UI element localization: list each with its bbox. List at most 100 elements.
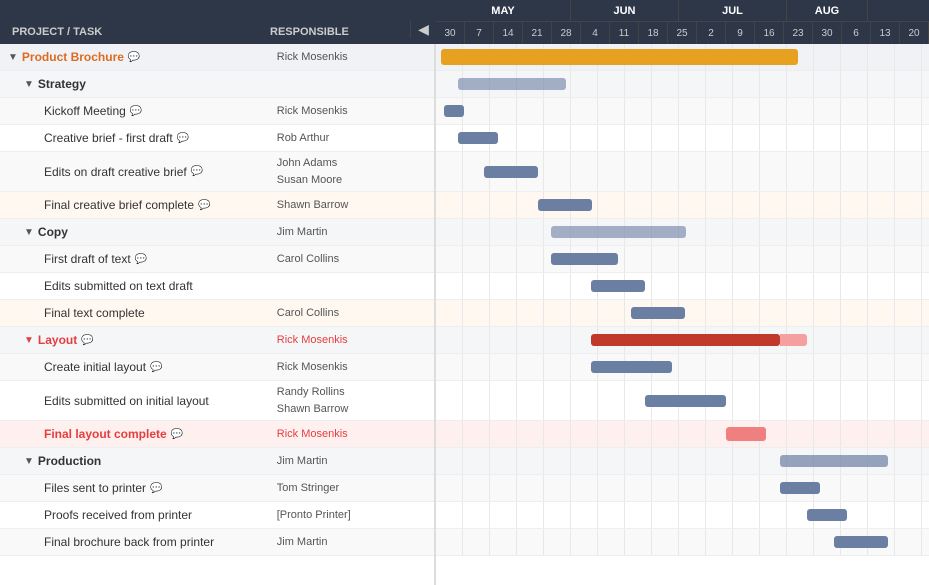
task-text-kickoff: Kickoff Meeting: [44, 104, 126, 118]
gantt-body: ▼ Product Brochure 💬 Rick Mosenkis ▼ Str…: [0, 44, 929, 585]
month-jul: JUL: [679, 0, 787, 21]
comment-icon-creative[interactable]: 💬: [177, 133, 189, 144]
comment-icon-final-layout[interactable]: 💬: [171, 429, 183, 440]
t-row-create-layout: [436, 354, 929, 381]
bar-copy: [551, 226, 686, 238]
task-text-final-layout: Final layout complete: [44, 427, 167, 441]
week-4: 4: [581, 22, 610, 44]
responsible-product-brochure: Rick Mosenkis: [269, 50, 408, 64]
task-text-production: Production: [38, 454, 101, 468]
task-name-edits-text: Edits submitted on text draft: [0, 279, 269, 293]
comment-icon-kickoff[interactable]: 💬: [130, 106, 142, 117]
responsible-copy: Jim Martin: [269, 225, 408, 239]
responsible-files-printer: Tom Stringer: [269, 481, 408, 495]
comment-icon-edits-creative[interactable]: 💬: [191, 166, 203, 177]
t-row-production: [436, 448, 929, 475]
task-text-final-brochure: Final brochure back from printer: [44, 535, 214, 549]
responsible-final-creative: Shawn Barrow: [269, 198, 408, 212]
task-text-layout: Layout: [38, 333, 77, 347]
row-first-draft-text: First draft of text 💬 Carol Collins: [0, 246, 434, 273]
task-text-files-printer: Files sent to printer: [44, 481, 146, 495]
comment-icon-layout[interactable]: 💬: [81, 335, 93, 346]
t-row-first-draft-text: [436, 246, 929, 273]
timeline-rows: [436, 44, 929, 585]
week-28: 28: [552, 22, 581, 44]
comment-icon-final-creative[interactable]: 💬: [198, 200, 210, 211]
task-text-creative-first: Creative brief - first draft: [44, 131, 173, 145]
task-name-final-brochure: Final brochure back from printer: [0, 535, 269, 549]
task-name-first-draft-text: First draft of text 💬: [0, 252, 269, 266]
row-final-brochure: Final brochure back from printer Jim Mar…: [0, 529, 434, 556]
week-25: 25: [668, 22, 697, 44]
week-13: 13: [871, 22, 900, 44]
bar-final-text: [631, 307, 685, 319]
comment-icon-create-layout[interactable]: 💬: [150, 362, 162, 373]
row-layout: ▼ Layout 💬 Rick Mosenkis: [0, 327, 434, 354]
left-arrow-icon[interactable]: ◀: [418, 21, 429, 38]
task-name-production: ▼ Production: [0, 454, 269, 468]
row-kickoff: Kickoff Meeting 💬 Rick Mosenkis: [0, 98, 434, 125]
responsible-production: Jim Martin: [269, 454, 408, 468]
week-14: 14: [494, 22, 523, 44]
bar-final-layout: [726, 427, 766, 441]
row-files-printer: Files sent to printer 💬 Tom Stringer: [0, 475, 434, 502]
task-text-edits-layout: Edits submitted on initial layout: [44, 394, 209, 408]
week-30b: 30: [813, 22, 842, 44]
header-nav-left[interactable]: ◀: [410, 21, 436, 38]
month-aug: AUG: [787, 0, 868, 21]
row-final-text: Final text complete Carol Collins: [0, 300, 434, 327]
month-row: MAY JUN JUL AUG: [436, 0, 929, 22]
row-edits-layout: Edits submitted on initial layout Randy …: [0, 381, 434, 421]
week-18: 18: [639, 22, 668, 44]
bar-production: [780, 455, 888, 467]
bar-proofs-printer: [807, 509, 847, 521]
t-row-files-printer: [436, 475, 929, 502]
task-name-edits-creative: Edits on draft creative brief 💬: [0, 165, 269, 179]
comment-icon-first-draft[interactable]: 💬: [135, 254, 147, 265]
bar-kickoff: [444, 105, 464, 117]
task-text-copy: Copy: [38, 225, 68, 239]
bar-final-creative: [538, 199, 592, 211]
responsible-layout: Rick Mosenkis: [269, 333, 408, 347]
task-text-strategy: Strategy: [38, 77, 86, 91]
expand-icon-copy[interactable]: ▼: [24, 227, 34, 238]
week-20: 20: [900, 22, 929, 44]
bar-edits-layout: [645, 395, 726, 407]
task-text-proofs-printer: Proofs received from printer: [44, 508, 192, 522]
t-row-layout: [436, 327, 929, 354]
row-copy: ▼ Copy Jim Martin: [0, 219, 434, 246]
week-16: 16: [755, 22, 784, 44]
row-production: ▼ Production Jim Martin: [0, 448, 434, 475]
row-create-layout: Create initial layout 💬 Rick Mosenkis: [0, 354, 434, 381]
task-name-files-printer: Files sent to printer 💬: [0, 481, 269, 495]
expand-icon-product[interactable]: ▼: [8, 52, 18, 63]
row-final-creative: Final creative brief complete 💬 Shawn Ba…: [0, 192, 434, 219]
task-text-first-draft: First draft of text: [44, 252, 131, 266]
week-21: 21: [523, 22, 552, 44]
expand-icon-production[interactable]: ▼: [24, 456, 34, 467]
header-task-label: PROJECT / TASK: [0, 26, 270, 38]
task-name-creative-first: Creative brief - first draft 💬: [0, 131, 269, 145]
bar-layout: [591, 334, 780, 346]
task-text-final-creative: Final creative brief complete: [44, 198, 194, 212]
task-panel: ▼ Product Brochure 💬 Rick Mosenkis ▼ Str…: [0, 44, 436, 585]
comment-icon-files-printer[interactable]: 💬: [150, 483, 162, 494]
responsible-kickoff: Rick Mosenkis: [269, 104, 408, 118]
task-text-edits-text: Edits submitted on text draft: [44, 279, 193, 293]
expand-icon-strategy[interactable]: ▼: [24, 79, 34, 90]
task-name-copy: ▼ Copy: [0, 225, 269, 239]
comment-icon-product[interactable]: 💬: [128, 52, 140, 63]
week-row: 30 7 14 21 28 4 11 18 25 2 9 16 23 30 6 …: [436, 22, 929, 44]
bar-create-layout: [591, 361, 672, 373]
t-row-final-brochure: [436, 529, 929, 556]
task-name-product-brochure: ▼ Product Brochure 💬: [0, 50, 269, 64]
t-row-edits-text: [436, 273, 929, 300]
header-left: PROJECT / TASK RESPONSIBLE ◀: [0, 0, 436, 44]
header-responsible-label: RESPONSIBLE: [270, 26, 410, 38]
expand-icon-layout[interactable]: ▼: [24, 335, 34, 346]
task-name-strategy: ▼ Strategy: [0, 77, 269, 91]
row-proofs-printer: Proofs received from printer [Pronto Pri…: [0, 502, 434, 529]
task-name-layout: ▼ Layout 💬: [0, 333, 269, 347]
task-text-create-layout: Create initial layout: [44, 360, 146, 374]
responsible-creative-first: Rob Arthur: [269, 131, 408, 145]
